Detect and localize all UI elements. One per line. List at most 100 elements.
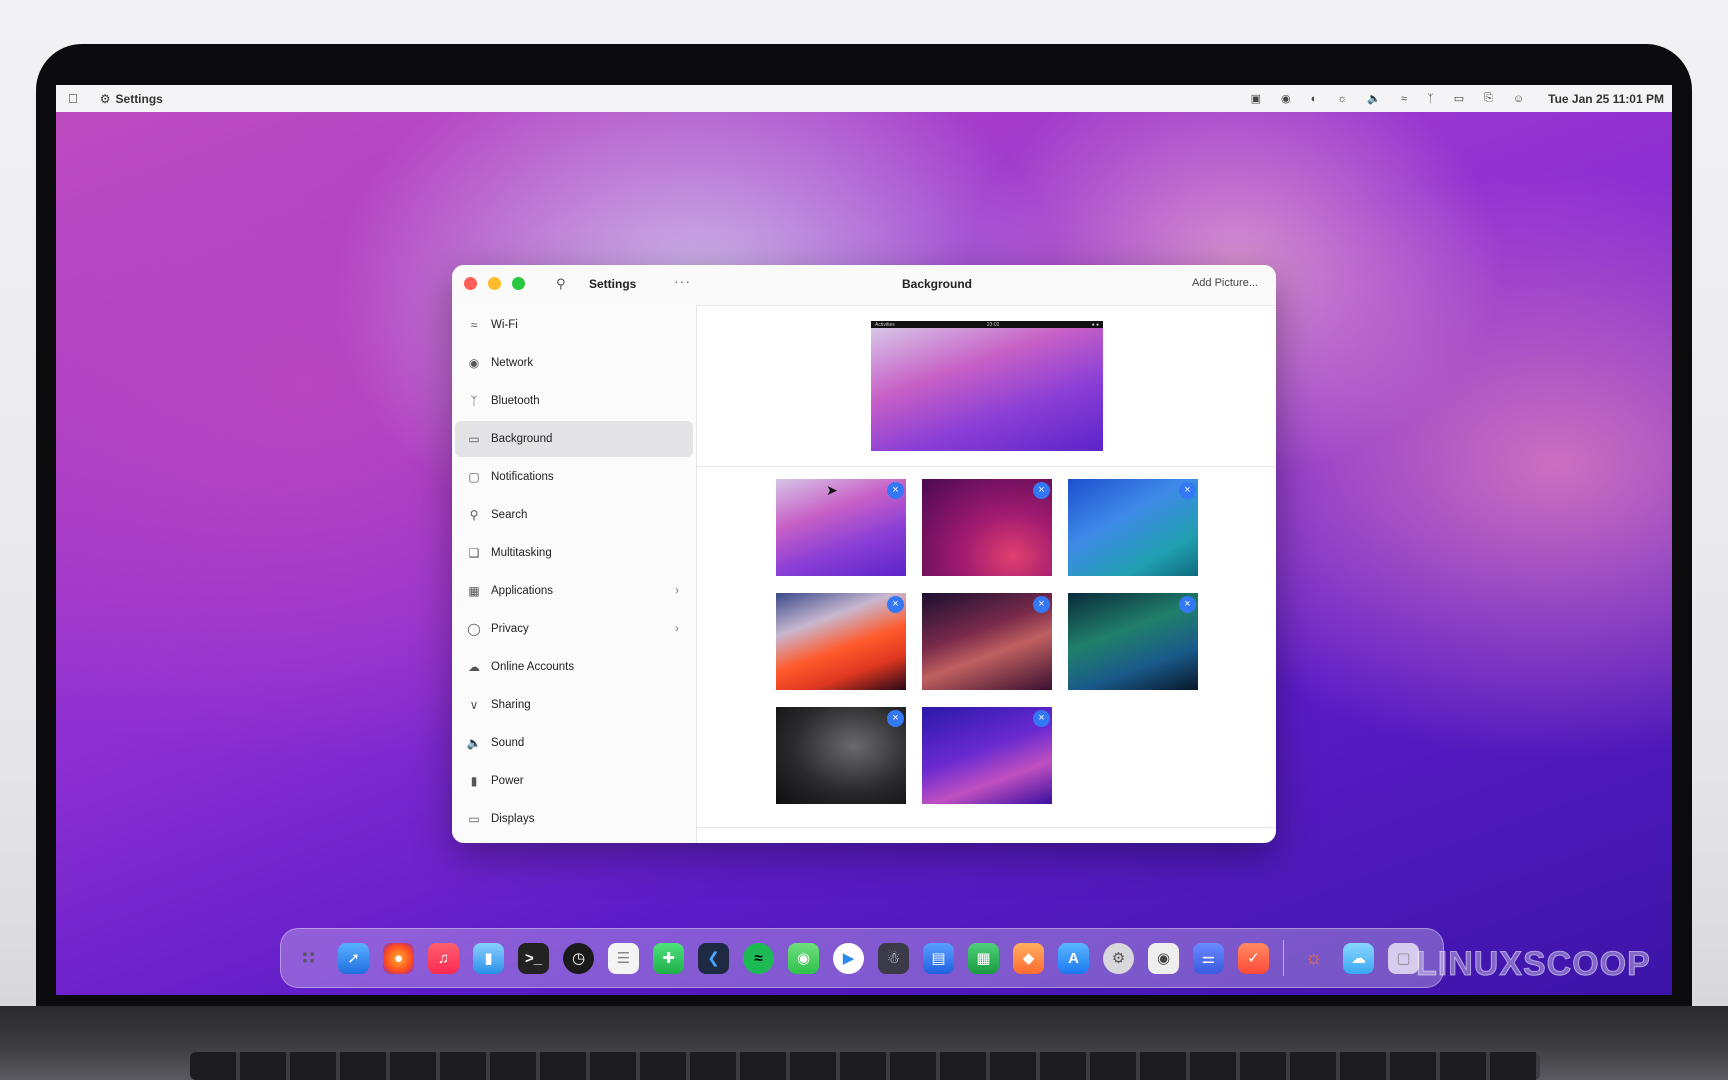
sidebar-item-displays[interactable]: ▭ Displays — [455, 801, 693, 837]
grid-icon: ▦ — [468, 584, 480, 598]
sidebar-item-background[interactable]: ▭ Background — [455, 421, 693, 457]
sidebar-item-label: Power — [491, 775, 524, 787]
gear-icon: ⚙ — [90, 91, 111, 106]
volume-icon[interactable]: 🔈 — [1367, 92, 1381, 105]
bell-icon: ▢ — [468, 470, 480, 484]
app-grid-icon[interactable]: ∷ — [293, 943, 324, 974]
wallpaper-thumbnail[interactable]: × — [776, 593, 906, 690]
more-options-button[interactable]: ··· — [674, 273, 691, 289]
remove-wallpaper-button[interactable]: × — [887, 482, 904, 499]
remove-wallpaper-button[interactable]: × — [887, 710, 904, 727]
battery-icon: ▮ — [470, 774, 478, 788]
tweaks-icon[interactable]: ⚌ — [1193, 942, 1224, 974]
remove-wallpaper-button[interactable]: × — [887, 596, 904, 613]
firefox-icon[interactable]: ● — [383, 942, 414, 974]
weather-alert-icon[interactable]: ☼ — [1298, 943, 1329, 974]
tasks-icon[interactable]: ✓ — [1238, 942, 1269, 974]
text-editor-icon[interactable]: ☰ — [608, 942, 639, 974]
wallpaper-thumbnail[interactable]: × — [776, 707, 906, 804]
mouse-cursor-icon: ➤ — [826, 482, 838, 498]
remove-wallpaper-button[interactable]: × — [1033, 482, 1050, 499]
sidebar-item-multitasking[interactable]: ❏ Multitasking — [455, 535, 693, 571]
monitor-icon: ▭ — [468, 812, 480, 826]
music-icon[interactable]: ♫ — [428, 942, 459, 974]
video-player-icon[interactable]: ▶ — [833, 942, 864, 974]
screenshot-icon[interactable]: ◉ — [1148, 942, 1179, 974]
sidebar-item-label: Search — [491, 509, 528, 521]
trash-icon[interactable]: ▢ — [1388, 942, 1419, 974]
chevron-right-icon: › — [675, 583, 679, 597]
clipboard-icon[interactable]: ⎘ — [1484, 92, 1493, 105]
impress-icon[interactable]: ◆ — [1013, 942, 1044, 974]
remove-wallpaper-button[interactable]: × — [1033, 596, 1050, 613]
sidebar-item-label: Applications — [491, 585, 554, 597]
sidebar-item-power[interactable]: ▮ Power — [455, 763, 693, 799]
wallpaper-thumbnail[interactable]: × — [922, 593, 1052, 690]
close-button[interactable] — [464, 277, 477, 290]
minimize-button[interactable] — [488, 277, 501, 290]
background-preview: Activities 23:02 ● ● — [871, 321, 1103, 451]
apple-icon[interactable]:  — [68, 91, 78, 106]
sidebar-item-privacy[interactable]: ◯ Privacy › — [455, 611, 693, 647]
wallpaper-thumbnail[interactable]: × — [1068, 479, 1198, 576]
files-icon[interactable]: ▮ — [473, 942, 504, 974]
spotify-icon[interactable]: ≈ — [743, 942, 774, 974]
search-icon: ⚲ — [469, 508, 479, 522]
sidebar-item-sound[interactable]: 🔈 Sound — [455, 725, 693, 761]
sidebar-item-label: Sound — [491, 737, 525, 749]
settings-icon[interactable]: ⚙ — [1103, 942, 1134, 974]
sidebar-item-sharing[interactable]: ∨ Sharing — [455, 687, 693, 723]
wallpaper-thumbnail[interactable]: × — [922, 707, 1052, 804]
sidebar-item-search[interactable]: ⚲ Search — [455, 497, 693, 533]
night-mode-icon[interactable]: ◐ — [1311, 93, 1318, 105]
wallpaper-thumbnail[interactable]: × — [776, 479, 906, 576]
calc-icon[interactable]: ▦ — [968, 942, 999, 974]
settings-window: ⚲ Settings ··· Background Add Picture...… — [452, 265, 1276, 843]
writer-icon[interactable]: ▤ — [923, 942, 954, 974]
preview-activities-label: Activities — [875, 321, 895, 328]
sidebar-item-wifi[interactable]: ≈ Wi-Fi — [455, 307, 693, 343]
sidebar-item-applications[interactable]: ▦ Applications › — [455, 573, 693, 609]
maximize-button[interactable] — [512, 277, 525, 290]
background-content: Activities 23:02 ● ● × × × × × × × × — [697, 305, 1276, 843]
display-icon: ▭ — [468, 432, 480, 446]
gimp-icon[interactable]: ☃ — [878, 942, 909, 974]
sidebar-item-notifications[interactable]: ▢ Notifications — [455, 459, 693, 495]
clock[interactable]: Tue Jan 25 11:01 PM — [1548, 92, 1664, 106]
search-icon[interactable]: ⚲ — [556, 276, 566, 292]
brightness-icon[interactable]: ☼ — [1337, 93, 1347, 105]
app-store-icon[interactable]: A — [1058, 942, 1089, 974]
wallpaper-thumbnail[interactable]: × — [922, 479, 1052, 576]
app-menu[interactable]: ⚙ Settings — [100, 92, 163, 106]
wallpaper-thumbnail[interactable]: × — [1068, 593, 1198, 690]
globe-icon: ◉ — [468, 356, 480, 370]
sidebar-item-bluetooth[interactable]: ᛉ Bluetooth — [455, 383, 693, 419]
user-icon[interactable]: ☺ — [1513, 93, 1524, 105]
weather-icon[interactable]: ☁ — [1343, 942, 1374, 974]
remove-wallpaper-button[interactable]: × — [1033, 710, 1050, 727]
remove-wallpaper-button[interactable]: × — [1179, 482, 1196, 499]
vscode-icon[interactable]: ❮ — [698, 942, 729, 974]
sidebar-item-network[interactable]: ◉ Network — [455, 345, 693, 381]
watermark: LINUXSCOOP — [1416, 945, 1651, 984]
sidebar-item-label: Background — [491, 433, 553, 445]
camera-icon[interactable]: ◉ — [1281, 92, 1291, 105]
messages-icon[interactable]: ◉ — [788, 942, 819, 974]
sidebar-item-label: Sharing — [491, 699, 531, 711]
wifi-icon[interactable]: ≈ — [1401, 93, 1407, 105]
add-picture-button[interactable]: Add Picture... — [1192, 277, 1258, 289]
clock-icon[interactable]: ◷ — [563, 942, 594, 974]
safari-icon[interactable]: ➚ — [338, 942, 369, 974]
wifi-icon: ≈ — [470, 318, 478, 332]
sidebar-title: Settings — [589, 277, 637, 291]
cloud-icon: ☁ — [468, 660, 480, 674]
battery-icon[interactable]: ▭ — [1454, 92, 1464, 105]
screen-record-icon[interactable]: ▣ — [1251, 92, 1261, 105]
chevron-right-icon: › — [675, 621, 679, 635]
sidebar-item-online-accounts[interactable]: ☁ Online Accounts — [455, 649, 693, 685]
bluetooth-icon: ᛉ — [470, 394, 478, 408]
remove-wallpaper-button[interactable]: × — [1179, 596, 1196, 613]
bluetooth-icon[interactable]: ᛉ — [1427, 93, 1434, 105]
terminal-icon[interactable]: >_ — [518, 942, 549, 974]
extensions-icon[interactable]: ✚ — [653, 942, 684, 974]
